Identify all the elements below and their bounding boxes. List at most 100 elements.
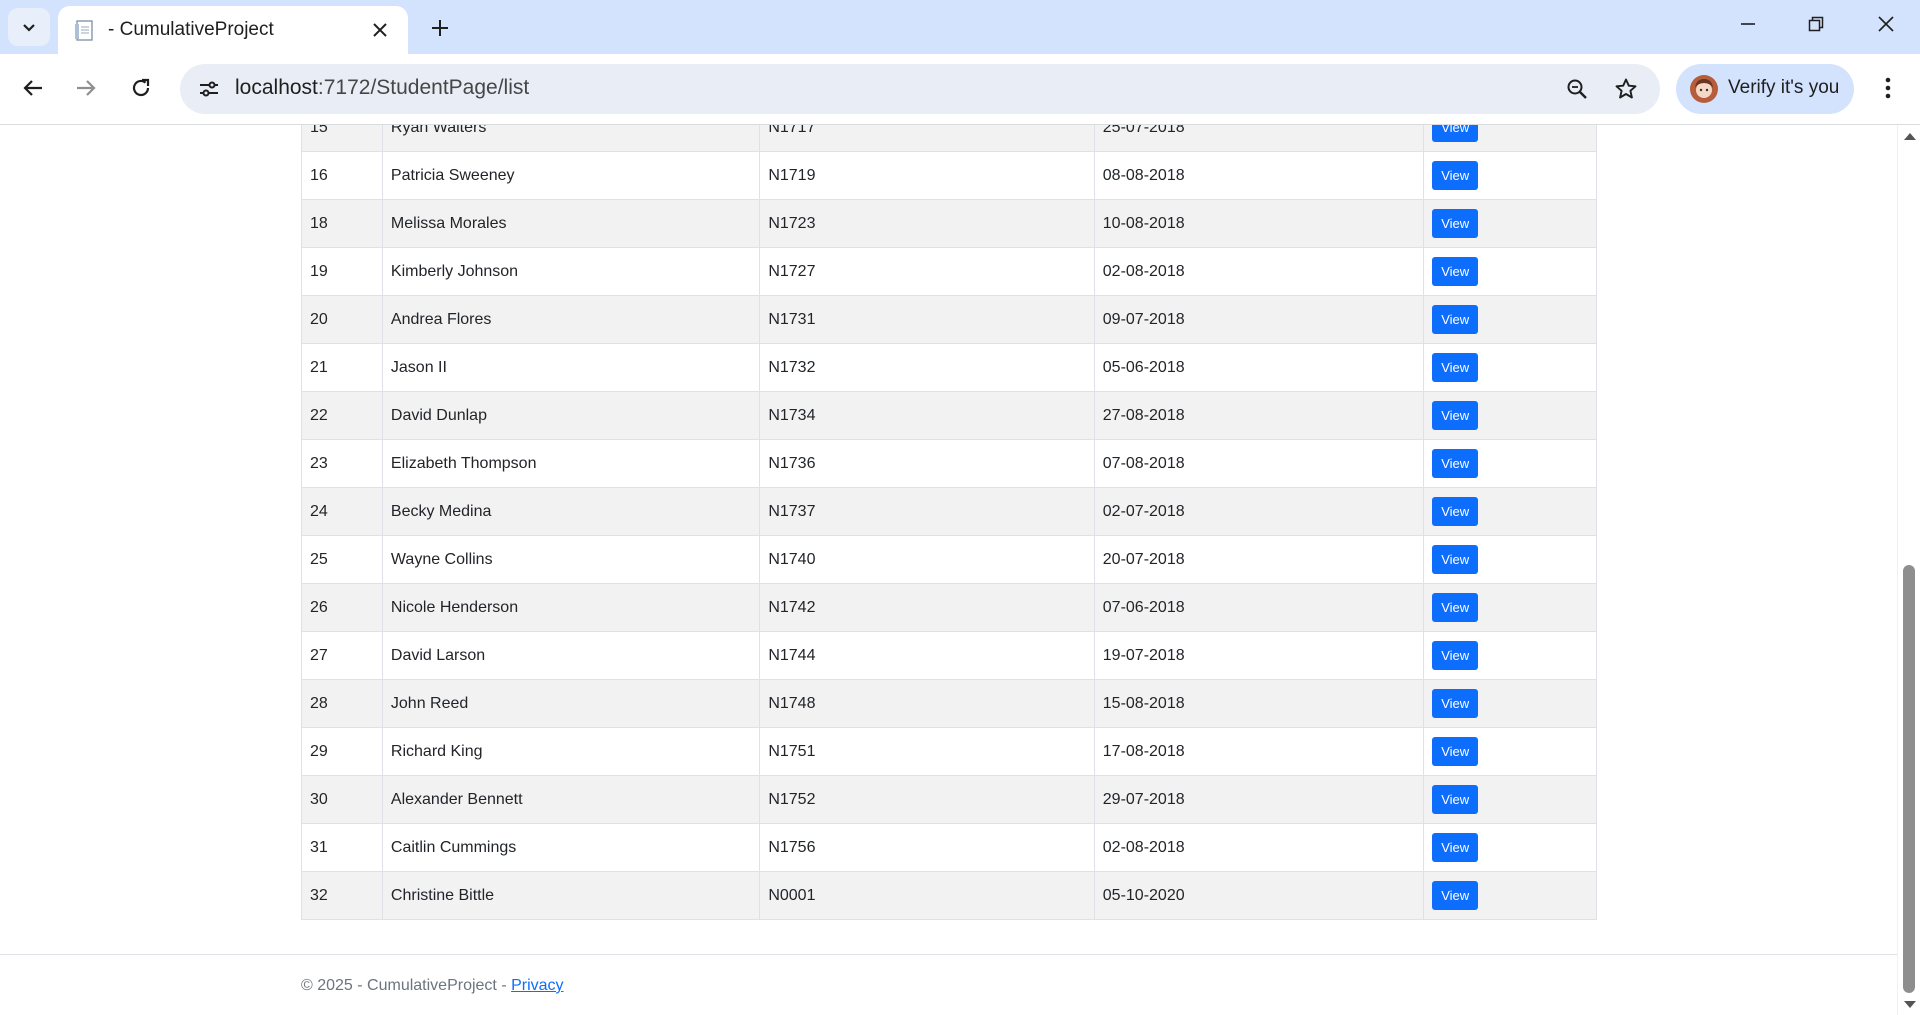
students-table-body: 15 Ryan Walters N1717 25-07-2018 View 16 Patri…: [301, 125, 1597, 920]
enrol-date-cell: 27-08-2018: [1093, 391, 1425, 440]
browser-toolbar: localhost:7172/StudentPage/list Verify i…: [0, 54, 1920, 125]
vertical-scrollbar[interactable]: [1897, 125, 1920, 1015]
scrollbar-thumb[interactable]: [1903, 565, 1915, 993]
view-button[interactable]: View: [1432, 257, 1479, 286]
close-tab-icon[interactable]: [368, 18, 392, 42]
view-button[interactable]: View: [1432, 689, 1479, 718]
view-button[interactable]: View: [1432, 641, 1479, 670]
view-button[interactable]: View: [1432, 497, 1479, 526]
student-id-cell: 15: [301, 125, 383, 152]
zoom-icon[interactable]: [1562, 74, 1592, 104]
table-row: 19 Kimberly Johnson N1727 02-08-2018 View: [301, 247, 1597, 296]
table-row: 32 Christine Bittle N0001 05-10-2020 View: [301, 871, 1597, 920]
view-button[interactable]: View: [1432, 161, 1479, 190]
table-row: 24 Becky Medina N1737 02-07-2018 View: [301, 487, 1597, 536]
enrol-date-cell: 25-07-2018: [1093, 125, 1425, 152]
view-button[interactable]: View: [1432, 305, 1479, 334]
restore-icon: [1808, 16, 1824, 32]
forward-button[interactable]: [68, 70, 104, 106]
action-cell: View: [1423, 679, 1597, 728]
student-name-cell: Wayne Collins: [381, 535, 761, 584]
profile-verify-button[interactable]: Verify it's you: [1676, 64, 1854, 114]
action-cell: View: [1423, 871, 1597, 920]
view-button[interactable]: View: [1432, 401, 1479, 430]
more-vertical-icon: [1885, 77, 1891, 99]
scroll-down-arrow-icon[interactable]: [1904, 1001, 1916, 1008]
back-button[interactable]: [15, 70, 51, 106]
site-settings-icon[interactable]: [194, 74, 224, 104]
arrow-left-icon: [23, 80, 42, 96]
view-button[interactable]: View: [1432, 785, 1479, 814]
action-cell: View: [1423, 487, 1597, 536]
action-cell: View: [1423, 439, 1597, 488]
restore-button[interactable]: [1786, 4, 1846, 44]
view-button[interactable]: View: [1432, 737, 1479, 766]
student-name-cell: Elizabeth Thompson: [381, 439, 761, 488]
view-button[interactable]: View: [1432, 833, 1479, 862]
student-id-cell: 23: [301, 439, 383, 488]
table-row: 22 David Dunlap N1734 27-08-2018 View: [301, 391, 1597, 440]
address-bar[interactable]: localhost:7172/StudentPage/list: [180, 64, 1660, 114]
chevron-down-icon: [23, 24, 35, 32]
new-tab-button[interactable]: [424, 12, 456, 44]
student-number-cell: N1744: [759, 631, 1095, 680]
action-cell: View: [1423, 125, 1597, 152]
student-number-cell: N1748: [759, 679, 1095, 728]
bookmark-star-icon[interactable]: [1611, 74, 1641, 104]
url-host: localhost: [235, 76, 318, 99]
action-cell: View: [1423, 247, 1597, 296]
student-number-cell: N1752: [759, 775, 1095, 824]
student-id-cell: 26: [301, 583, 383, 632]
view-button[interactable]: View: [1432, 593, 1479, 622]
student-id-cell: 20: [301, 295, 383, 344]
student-id-cell: 27: [301, 631, 383, 680]
students-table: 15 Ryan Walters N1717 25-07-2018 View 16 Patri…: [301, 125, 1597, 920]
student-name-cell: Becky Medina: [381, 487, 761, 536]
student-id-cell: 22: [301, 391, 383, 440]
student-name-cell: David Dunlap: [381, 391, 761, 440]
student-id-cell: 28: [301, 679, 383, 728]
close-window-button[interactable]: [1856, 4, 1916, 44]
tab-strip: - CumulativeProject: [0, 0, 1920, 54]
reload-button[interactable]: [123, 70, 159, 106]
student-name-cell: Richard King: [381, 727, 761, 776]
student-name-cell: Patricia Sweeney: [381, 151, 761, 200]
student-number-cell: N1717: [759, 125, 1095, 152]
browser-tab[interactable]: - CumulativeProject: [58, 6, 408, 54]
enrol-date-cell: 15-08-2018: [1093, 679, 1425, 728]
student-number-cell: N1732: [759, 343, 1095, 392]
student-name-cell: Nicole Henderson: [381, 583, 761, 632]
view-button[interactable]: View: [1432, 353, 1479, 382]
student-name-cell: David Larson: [381, 631, 761, 680]
page-favicon-icon: [75, 20, 93, 41]
minimize-button[interactable]: [1718, 4, 1778, 44]
view-button[interactable]: View: [1432, 449, 1479, 478]
table-row: 30 Alexander Bennett N1752 29-07-2018 View: [301, 775, 1597, 824]
table-row: 28 John Reed N1748 15-08-2018 View: [301, 679, 1597, 728]
view-button[interactable]: View: [1432, 209, 1479, 238]
browser-menu-button[interactable]: [1870, 70, 1906, 106]
table-row: 27 David Larson N1744 19-07-2018 View: [301, 631, 1597, 680]
table-row: 26 Nicole Henderson N1742 07-06-2018 View: [301, 583, 1597, 632]
close-icon: [1878, 16, 1894, 32]
privacy-link[interactable]: Privacy: [511, 977, 563, 994]
table-row: 16 Patricia Sweeney N1719 08-08-2018 View: [301, 151, 1597, 200]
student-id-cell: 16: [301, 151, 383, 200]
url-text[interactable]: localhost:7172/StudentPage/list: [235, 76, 529, 100]
action-cell: View: [1423, 775, 1597, 824]
enrol-date-cell: 07-08-2018: [1093, 439, 1425, 488]
view-button[interactable]: View: [1432, 125, 1479, 142]
tab-search-button[interactable]: [8, 8, 50, 46]
view-button[interactable]: View: [1432, 545, 1479, 574]
scroll-up-arrow-icon[interactable]: [1904, 133, 1916, 140]
action-cell: View: [1423, 199, 1597, 248]
student-id-cell: 32: [301, 871, 383, 920]
plus-icon: [432, 20, 448, 36]
student-id-cell: 29: [301, 727, 383, 776]
arrow-right-icon: [77, 80, 96, 96]
enrol-date-cell: 09-07-2018: [1093, 295, 1425, 344]
student-number-cell: N1734: [759, 391, 1095, 440]
action-cell: View: [1423, 535, 1597, 584]
view-button[interactable]: View: [1432, 881, 1479, 910]
enrol-date-cell: 08-08-2018: [1093, 151, 1425, 200]
